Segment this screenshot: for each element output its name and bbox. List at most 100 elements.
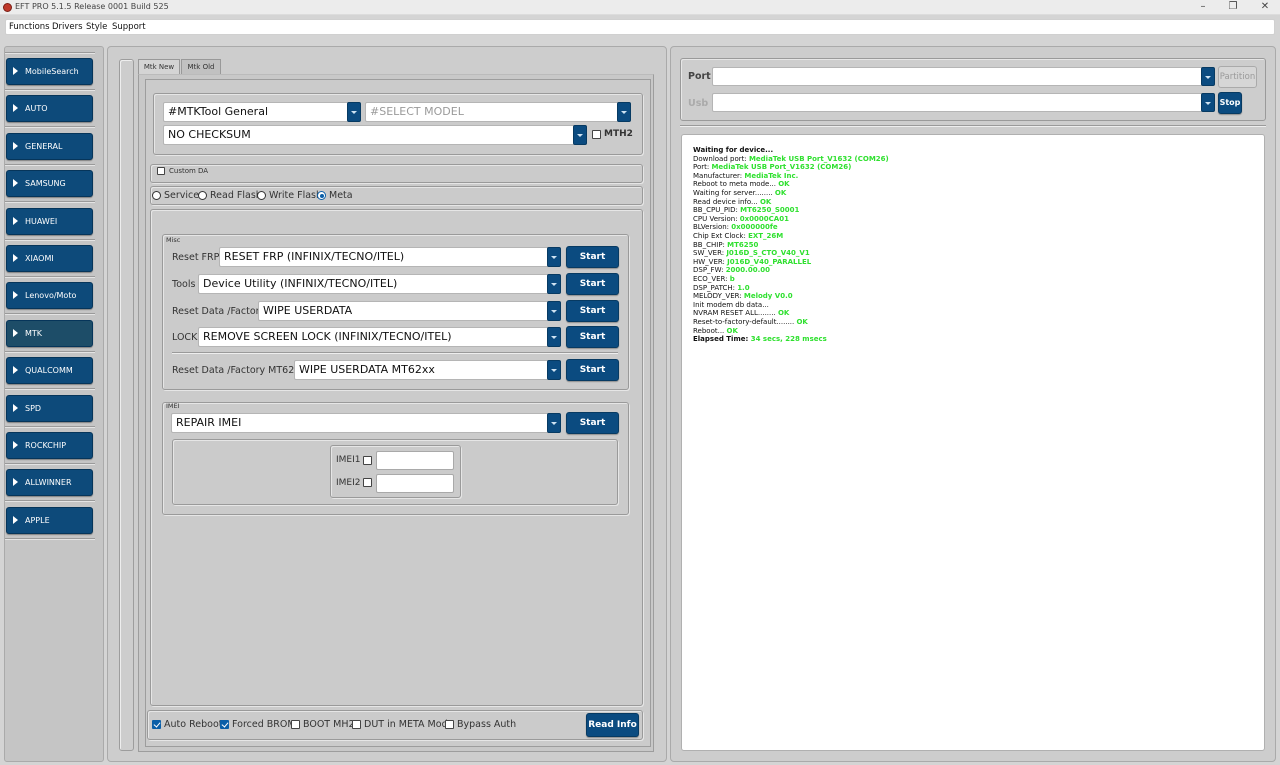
lock-start-button[interactable]: Start — [566, 326, 619, 348]
tools-start-button[interactable]: Start — [566, 273, 619, 295]
log-line: Download port: MediaTek USB Port_V1632 (… — [693, 155, 889, 164]
play-arrow-icon — [13, 104, 18, 113]
option-forced-brom-checkbox[interactable] — [220, 720, 229, 729]
sidebar-item-xiaomi[interactable]: XIAOMI — [6, 245, 93, 272]
chevron-down-icon[interactable] — [547, 247, 561, 267]
imei-legend: IMEI — [166, 402, 180, 410]
log-text: Chip Ext Clock: — [693, 232, 749, 240]
radio-write-flash[interactable] — [257, 191, 266, 200]
chevron-down-icon[interactable] — [1201, 93, 1215, 112]
usb-select[interactable] — [712, 93, 1214, 112]
sidebar-divider — [5, 126, 95, 129]
log-value: 0x0000CA01 — [739, 214, 789, 223]
menu-drivers[interactable]: Drivers — [52, 22, 83, 32]
imei-select[interactable]: REPAIR IMEI — [171, 413, 561, 433]
custom-da-group — [150, 164, 643, 183]
sidebar-item-allwinner[interactable]: ALLWINNER — [6, 469, 93, 497]
option-auto-reboot-checkbox[interactable] — [152, 720, 161, 729]
chevron-down-icon[interactable] — [573, 125, 587, 145]
chevron-down-icon[interactable] — [617, 102, 631, 122]
checksum-select[interactable]: NO CHECKSUM — [163, 125, 587, 145]
log-value: 34 secs, 228 msecs — [750, 335, 827, 344]
chevron-down-icon[interactable] — [547, 360, 561, 380]
chevron-down-icon[interactable] — [547, 301, 561, 321]
sidebar-item-mtk[interactable]: MTK — [6, 319, 93, 347]
read-info-button[interactable]: Read Info — [586, 713, 639, 737]
sidebar-item-lenovo-moto[interactable]: Lenovo/Moto — [6, 282, 93, 310]
play-arrow-icon — [13, 179, 18, 188]
tab-mtk-old[interactable]: Mtk Old — [181, 59, 221, 75]
imei1-checkbox[interactable] — [363, 456, 372, 465]
sidebar-item-huawei[interactable]: HUAWEI — [6, 207, 93, 235]
custom-da-checkbox[interactable] — [157, 167, 165, 175]
radio-meta[interactable] — [317, 191, 326, 200]
chevron-down-icon[interactable] — [547, 274, 561, 294]
stop-button[interactable]: Stop — [1218, 92, 1242, 114]
option-label: DUT in META Mode — [364, 719, 454, 730]
radio-read-flash[interactable] — [198, 191, 207, 200]
log-line: ECO_VER: b — [693, 275, 735, 284]
reset-data-factory-select[interactable]: WIPE USERDATA — [258, 301, 561, 321]
port-select[interactable] — [712, 67, 1214, 86]
option-bypass-auth-checkbox[interactable] — [445, 720, 454, 729]
log-text: ECO_VER: — [693, 275, 730, 283]
imei-start-button[interactable]: Start — [566, 412, 619, 434]
tool-select[interactable]: #MTKTool General — [163, 102, 361, 122]
log-value: MediaTek Inc. — [744, 171, 799, 180]
log-text: BB_CHIP: — [693, 240, 728, 249]
imei2-checkbox[interactable] — [363, 478, 372, 487]
tools-select[interactable]: Device Utility (INFINIX/TECNO/ITEL) — [198, 274, 561, 294]
model-select[interactable]: #SELECT MODEL — [365, 102, 631, 122]
sidebar-item-auto[interactable]: AUTO — [6, 95, 93, 123]
menu-style[interactable]: Style — [86, 22, 107, 32]
mth2-checkbox[interactable] — [592, 130, 601, 139]
reset-data-factory-start-button[interactable]: Start — [566, 300, 619, 322]
sidebar-item-qualcomm[interactable]: QUALCOMM — [6, 357, 93, 385]
chevron-down-icon[interactable] — [1201, 67, 1215, 86]
radio-service[interactable] — [152, 191, 161, 200]
partition-button[interactable]: Partition — [1218, 66, 1257, 88]
tools-label: Tools — [172, 279, 196, 290]
right-divider — [680, 125, 1266, 127]
log-text: SW_VER: — [693, 249, 727, 258]
chevron-down-icon[interactable] — [547, 413, 561, 433]
log-text: HW_VER: — [693, 257, 728, 266]
option-dut-in-meta-mode-checkbox[interactable] — [352, 720, 361, 729]
log-line: Reboot... OK — [693, 327, 738, 336]
log-line: Reboot to meta mode... OK — [693, 180, 790, 189]
play-arrow-icon — [13, 141, 18, 150]
sidebar-item-spd[interactable]: SPD — [6, 394, 93, 422]
sidebar-item-mobilesearch[interactable]: MobileSearch — [6, 58, 93, 85]
log-line: Manufacturer: MediaTek Inc. — [693, 172, 798, 181]
chevron-down-icon[interactable] — [347, 102, 361, 122]
chevron-down-icon[interactable] — [547, 327, 561, 347]
reset-frp-select[interactable]: RESET FRP (INFINIX/TECNO/ITEL) — [219, 247, 561, 267]
reset-data-factory-mt62xx-select[interactable]: WIPE USERDATA MT62xx — [294, 360, 561, 380]
close-icon[interactable]: ✕ — [1250, 0, 1280, 15]
imei1-input[interactable] — [376, 451, 454, 470]
imei2-input[interactable] — [376, 474, 454, 493]
menu-bar — [5, 19, 1275, 35]
window-title: EFT PRO 5.1.5 Release 0001 Build 525 — [15, 2, 169, 11]
menu-support[interactable]: Support — [112, 22, 146, 32]
tab-mtk-new[interactable]: Mtk New — [138, 59, 180, 75]
sidebar-item-samsung[interactable]: SAMSUNG — [6, 170, 93, 198]
sidebar-item-apple[interactable]: APPLE — [6, 506, 93, 534]
log-value: J016D_V40_PARALLEL — [727, 257, 812, 266]
app-icon — [3, 3, 12, 12]
log-value: OK — [777, 309, 790, 318]
menu-functions[interactable]: Functions — [9, 22, 50, 32]
sidebar-item-rockchip[interactable]: ROCKCHIP — [6, 432, 93, 459]
reset-frp-start-button[interactable]: Start — [566, 246, 619, 268]
sidebar-item-general[interactable]: GENERAL — [6, 132, 93, 160]
option-label: Auto Reboot — [164, 719, 223, 730]
sidebar-item-label: ALLWINNER — [25, 478, 72, 488]
lock-select[interactable]: REMOVE SCREEN LOCK (INFINIX/TECNO/ITEL) — [198, 327, 561, 347]
maximize-icon[interactable]: ❐ — [1218, 0, 1248, 15]
log-line: Port: MediaTek USB Port_V1632 (COM26) — [693, 163, 851, 172]
minimize-icon[interactable]: – — [1188, 0, 1218, 15]
reset-data-factory-mt62xx-start-button[interactable]: Start — [566, 359, 619, 381]
log-value: b — [729, 275, 735, 283]
option-boot-mh2-checkbox[interactable] — [291, 720, 300, 729]
log-text: Init modem db data... — [693, 300, 769, 309]
